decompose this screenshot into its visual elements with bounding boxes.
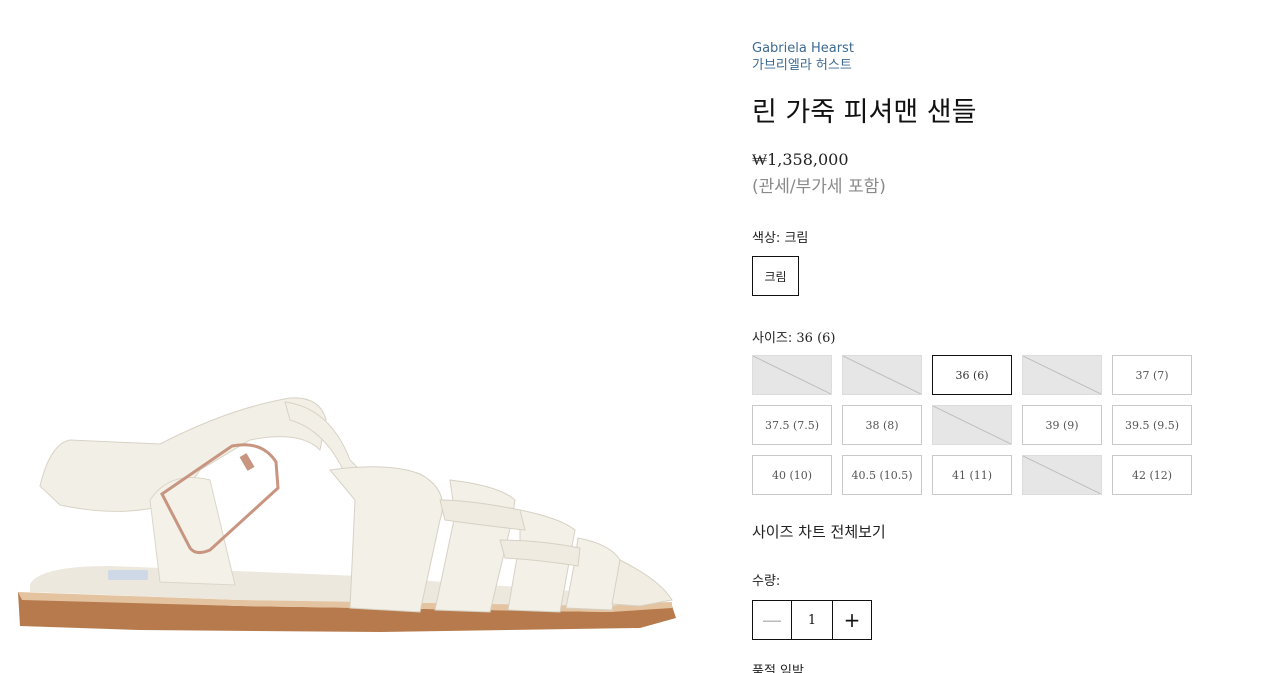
plus-icon: + [843, 608, 861, 632]
size-option[interactable]: 38 (8) [842, 405, 922, 445]
quantity-stepper: — 1 + [752, 600, 872, 640]
size-chart-link[interactable]: 사이즈 차트 전체보기 [752, 522, 886, 542]
brand-name-korean[interactable]: 가브리엘라 허스트 [752, 57, 1212, 74]
size-option-unavailable[interactable] [1022, 355, 1102, 395]
size-option[interactable]: 37 (7) [1112, 355, 1192, 395]
size-option[interactable]: 37.5 (7.5) [752, 405, 832, 445]
size-option[interactable]: 40.5 (10.5) [842, 455, 922, 495]
size-option[interactable]: 39 (9) [1022, 405, 1102, 445]
product-title: 린 가죽 피셔맨 샌들 [752, 97, 977, 128]
unavailable-slash-icon [1023, 456, 1101, 494]
color-option-cream[interactable]: 크림 [752, 256, 799, 296]
size-grid: 36 (6) 37 (7) 37.5 (7.5) 38 (8) 39 (9) 39.5 (… [752, 355, 1192, 495]
color-label: 색상: 크림 [752, 230, 808, 248]
unavailable-slash-icon [933, 406, 1011, 444]
minus-icon: — [762, 608, 782, 632]
product-details: Gabriela Hearst 가브리엘라 허스트 린 가죽 피셔맨 샌들 ₩1… [752, 40, 1212, 673]
brand-name-english[interactable]: Gabriela Hearst [752, 40, 1212, 57]
size-option-unavailable[interactable] [752, 355, 832, 395]
size-label-text: 사이즈: [752, 331, 793, 346]
unavailable-slash-icon [753, 356, 831, 394]
unavailable-slash-icon [1023, 356, 1101, 394]
product-image [0, 0, 700, 673]
size-option[interactable]: 42 (12) [1112, 455, 1192, 495]
size-option[interactable]: 39.5 (9.5) [1112, 405, 1192, 445]
size-option[interactable]: 41 (11) [932, 455, 1012, 495]
buckle-prong [239, 453, 255, 471]
selected-color: 크림 [784, 231, 809, 246]
size-option[interactable]: 36 (6) [932, 355, 1012, 395]
product-price: ₩1,358,000 [752, 150, 849, 169]
selected-size: 36 (6) [796, 331, 836, 346]
low-stock-label: 품절 임박 [752, 664, 804, 673]
toe-cap [611, 559, 673, 607]
size-option[interactable]: 40 (10) [752, 455, 832, 495]
quantity-label: 수량: [752, 574, 781, 589]
color-label-text: 색상: [752, 231, 781, 246]
size-option-unavailable[interactable] [1022, 455, 1102, 495]
quantity-value[interactable]: 1 [792, 601, 832, 639]
size-label: 사이즈: 36 (6) [752, 330, 836, 348]
tax-note: (관세/부가세 포함) [752, 177, 886, 197]
size-option-unavailable[interactable] [842, 355, 922, 395]
sandal-illustration [18, 397, 676, 632]
decrease-quantity-button[interactable]: — [753, 601, 792, 639]
unavailable-slash-icon [843, 356, 921, 394]
increase-quantity-button[interactable]: + [832, 601, 871, 639]
size-option-unavailable[interactable] [932, 405, 1012, 445]
insole-label [108, 570, 148, 580]
